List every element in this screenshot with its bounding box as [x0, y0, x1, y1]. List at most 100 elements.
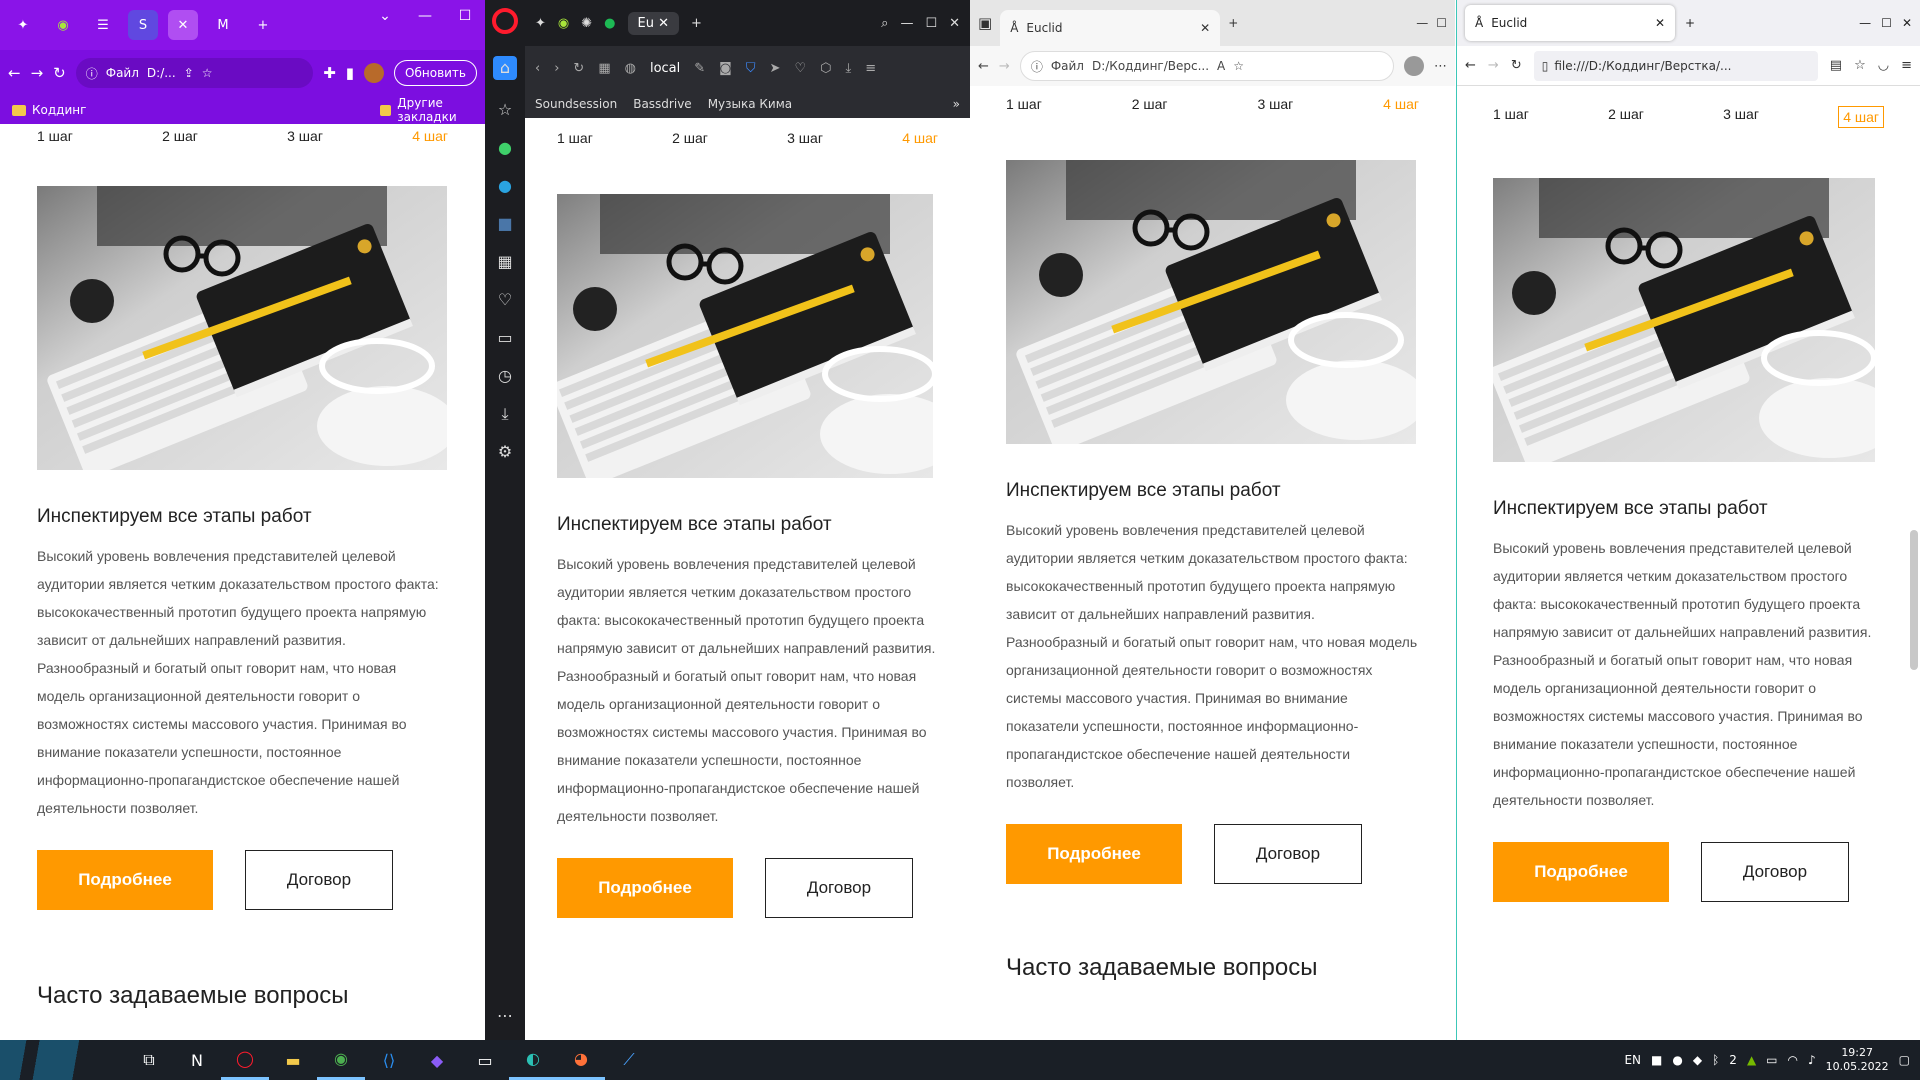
heart-icon[interactable]: ♡ — [794, 61, 806, 76]
close-icon[interactable]: ✕ — [949, 16, 960, 31]
tab-active-close[interactable]: ✕ — [168, 10, 198, 40]
more-icon[interactable]: ⋯ — [1434, 59, 1447, 74]
tab-actions-icon[interactable]: ▣ — [978, 15, 992, 31]
contract-button[interactable]: Договор — [765, 858, 913, 918]
history-icon[interactable]: ◷ — [498, 368, 512, 384]
forward-icon[interactable]: → — [999, 59, 1010, 74]
reload-icon[interactable]: ↻ — [573, 61, 584, 76]
favorites-icon[interactable]: ☆ — [1233, 59, 1244, 73]
tab-icon-1[interactable]: ✦ — [535, 16, 546, 31]
pocket-icon[interactable]: ◡ — [1878, 58, 1889, 73]
tab-active[interactable]: Å Euclid ✕ — [1000, 10, 1221, 46]
task-view-icon[interactable]: ⧉ — [125, 1040, 173, 1080]
back-icon[interactable]: ‹ — [535, 61, 540, 76]
avatar[interactable] — [1404, 56, 1424, 76]
step-3[interactable]: 3 шаг — [287, 128, 323, 144]
tab-icon-3[interactable]: ✺ — [581, 16, 592, 31]
tab-active[interactable]: Eu ✕ — [627, 11, 679, 35]
firefox-icon[interactable]: ◕ — [557, 1040, 605, 1080]
nvidia-icon[interactable]: ▲ — [1747, 1053, 1756, 1067]
new-tab-button[interactable]: + — [691, 16, 702, 31]
new-tab-button[interactable]: + — [1228, 16, 1238, 30]
more-icon[interactable]: ⋯ — [497, 1008, 513, 1024]
chevron-down-icon[interactable]: ⌄ — [365, 0, 405, 32]
clock[interactable]: 19:27 10.05.2022 — [1826, 1046, 1889, 1074]
globe-icon[interactable]: ◍ — [625, 61, 636, 76]
reader-icon[interactable]: ▤ — [1830, 58, 1842, 73]
maximize-icon[interactable]: ☐ — [925, 16, 937, 31]
menu-icon[interactable]: ≡ — [1901, 58, 1912, 73]
heart-icon[interactable]: ♡ — [498, 292, 512, 308]
contract-button[interactable]: Договор — [1214, 824, 1362, 884]
download-icon[interactable]: ⤓ — [501, 406, 508, 422]
download-icon[interactable]: ⤓ — [845, 61, 851, 76]
grid-icon[interactable]: ▦ — [497, 254, 512, 270]
step-2[interactable]: 2 шаг — [1132, 96, 1168, 112]
info-icon[interactable]: ⓘ — [1031, 58, 1043, 75]
tab-icon-2[interactable]: ◉ — [48, 10, 78, 40]
more-button[interactable]: Подробнее — [1493, 842, 1669, 902]
step-4[interactable]: 4 шаг — [1383, 96, 1419, 112]
bookmark-music[interactable]: Музыка Кима — [708, 97, 792, 111]
maximize-icon[interactable]: ☐ — [445, 0, 485, 32]
step-2[interactable]: 2 шаг — [1608, 106, 1644, 128]
edit-icon[interactable]: ✎ — [694, 61, 705, 76]
battery-icon[interactable]: ▭ — [1766, 1053, 1777, 1067]
maximize-icon[interactable]: ☐ — [1881, 16, 1892, 30]
vscode-icon[interactable]: ⟨⟩ — [365, 1040, 413, 1080]
step-2[interactable]: 2 шаг — [672, 130, 708, 146]
reload-icon[interactable]: ↻ — [1511, 58, 1522, 73]
app-icon[interactable]: ⟋ — [605, 1040, 653, 1080]
other-bookmarks[interactable]: Другие закладки — [380, 96, 485, 124]
camera-icon[interactable]: ◙ — [719, 61, 732, 76]
update-button[interactable]: Обновить — [394, 60, 477, 86]
back-icon[interactable]: ← — [8, 65, 21, 81]
tab-icon-1[interactable]: ✦ — [8, 10, 38, 40]
scrollbar[interactable] — [1910, 530, 1918, 670]
read-aloud-icon[interactable]: A — [1217, 59, 1225, 73]
extensions-icon[interactable]: ✚ — [323, 65, 336, 81]
player-icon[interactable]: ▭ — [497, 330, 512, 346]
step-4[interactable]: 4 шаг — [1838, 106, 1884, 128]
edge-icon[interactable]: ◐ — [509, 1040, 557, 1080]
gear-icon[interactable]: ⚙ — [498, 444, 512, 460]
opera-logo-icon[interactable] — [492, 8, 518, 34]
step-3[interactable]: 3 шаг — [1257, 96, 1293, 112]
whatsapp-icon[interactable]: ● — [498, 140, 512, 156]
forward-icon[interactable]: → — [31, 65, 44, 81]
contract-button[interactable]: Договор — [1701, 842, 1849, 902]
step-1[interactable]: 1 шаг — [557, 130, 593, 146]
opera-icon[interactable]: ◯ — [221, 1040, 269, 1080]
step-1[interactable]: 1 шаг — [37, 128, 73, 144]
chrome-icon[interactable]: ◉ — [317, 1040, 365, 1080]
share-icon[interactable]: ⇪ — [184, 66, 194, 80]
search-icon[interactable]: ⌕ — [881, 16, 888, 31]
obsidian-icon[interactable]: ◆ — [413, 1040, 461, 1080]
star-icon[interactable]: ☆ — [498, 102, 512, 118]
step-1[interactable]: 1 шаг — [1006, 96, 1042, 112]
minimize-icon[interactable]: — — [1859, 16, 1871, 30]
tray-icon-3[interactable]: ◆ — [1693, 1053, 1702, 1067]
info-icon[interactable]: ⓘ — [86, 65, 98, 82]
address-bar[interactable]: ▯ file:///D:/Коддинг/Верстка/... — [1533, 50, 1818, 81]
tab-icon-4[interactable]: S — [128, 10, 158, 40]
bluetooth-icon[interactable]: ᛒ — [1712, 1053, 1719, 1067]
step-3[interactable]: 3 шаг — [1723, 106, 1759, 128]
star-icon[interactable]: ☆ — [1854, 58, 1866, 73]
back-icon[interactable]: ← — [1465, 58, 1476, 73]
tab-icon-spotify[interactable]: ● — [604, 16, 615, 31]
close-icon[interactable]: ✕ — [1902, 16, 1912, 30]
avatar[interactable] — [364, 63, 385, 83]
tabs-grid-icon[interactable]: ▦ — [598, 61, 610, 76]
star-icon[interactable]: ☆ — [202, 66, 213, 80]
step-4[interactable]: 4 шаг — [412, 128, 448, 144]
address-bar[interactable]: ⓘ Файл D:/... ⇪ ☆ — [75, 58, 314, 88]
language-indicator[interactable]: EN — [1624, 1053, 1641, 1067]
step-3[interactable]: 3 шаг — [787, 130, 823, 146]
tray-icon-1[interactable]: ■ — [1651, 1053, 1662, 1067]
explorer-icon[interactable]: ▬ — [269, 1040, 317, 1080]
tab-active[interactable]: Å Euclid ✕ — [1465, 5, 1675, 41]
tab-icon-figma[interactable]: M — [208, 10, 238, 40]
home-icon[interactable]: ⌂ — [493, 56, 517, 80]
new-tab-button[interactable]: + — [1685, 16, 1695, 30]
